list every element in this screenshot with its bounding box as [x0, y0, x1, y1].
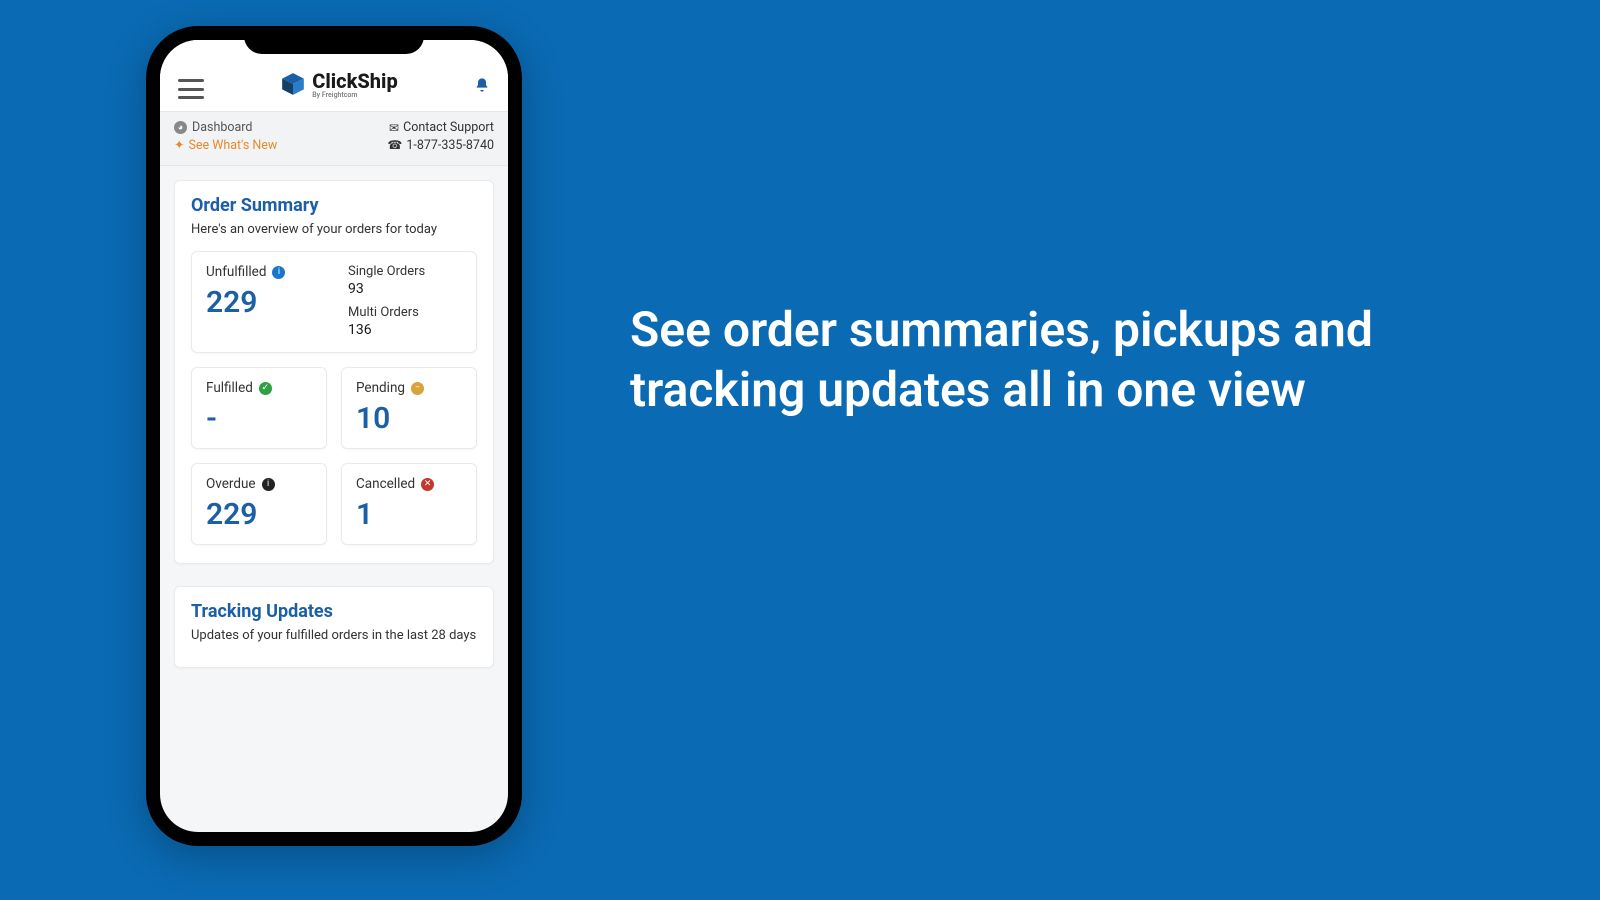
- main-content: Order Summary Here's an overview of your…: [160, 166, 508, 704]
- marketing-headline: See order summaries, pickups and trackin…: [630, 300, 1410, 420]
- multi-orders-value: 136: [348, 322, 462, 338]
- cancelled-card[interactable]: Cancelled ✕ 1: [341, 463, 477, 545]
- app-logo: ClickShip By Freightcom: [280, 69, 397, 99]
- box-icon: [280, 71, 306, 97]
- x-icon: ✕: [421, 478, 434, 491]
- info-icon: i: [262, 478, 275, 491]
- tracking-updates-panel: Tracking Updates Updates of your fulfill…: [174, 586, 494, 668]
- dashboard-icon: ◕: [174, 121, 187, 134]
- unfulfilled-value: 229: [206, 288, 320, 318]
- whats-new-label: See What's New: [188, 138, 277, 153]
- order-summary-panel: Order Summary Here's an overview of your…: [174, 180, 494, 564]
- sub-header: ◕ Dashboard ✉ Contact Support ✦ See What…: [160, 112, 508, 166]
- cancelled-value: 1: [356, 500, 462, 530]
- whats-new-link[interactable]: ✦ See What's New: [174, 137, 277, 153]
- app-screen: ClickShip By Freightcom ◕ Dashboard ✉ Co…: [160, 40, 508, 832]
- check-icon: ✓: [259, 382, 272, 395]
- info-icon: i: [272, 266, 285, 279]
- brand-name: ClickShip: [312, 69, 397, 93]
- fulfilled-label: Fulfilled: [206, 380, 253, 396]
- contact-support-link[interactable]: ✉ Contact Support: [389, 120, 494, 135]
- overdue-value: 229: [206, 500, 312, 530]
- single-orders-label: Single Orders: [348, 264, 462, 279]
- overdue-label: Overdue: [206, 476, 256, 492]
- fulfilled-card[interactable]: Fulfilled ✓ -: [191, 367, 327, 449]
- phone-frame: ClickShip By Freightcom ◕ Dashboard ✉ Co…: [146, 26, 522, 846]
- pending-card[interactable]: Pending − 10: [341, 367, 477, 449]
- cancelled-label: Cancelled: [356, 476, 415, 492]
- order-summary-title: Order Summary: [191, 195, 477, 216]
- unfulfilled-card[interactable]: Unfulfilled i 229 Single Orders 93 Multi…: [191, 251, 477, 353]
- support-phone[interactable]: ☎ 1-877-335-8740: [387, 138, 494, 153]
- mail-icon: ✉: [389, 121, 399, 135]
- phone-notch: [244, 26, 424, 54]
- phone-icon: ☎: [387, 138, 402, 152]
- menu-icon[interactable]: [178, 79, 204, 99]
- breadcrumb[interactable]: ◕ Dashboard: [174, 120, 252, 135]
- fulfilled-value: -: [206, 404, 312, 434]
- single-orders-value: 93: [348, 281, 462, 297]
- contact-support-label: Contact Support: [403, 120, 494, 135]
- tracking-updates-description: Updates of your fulfilled orders in the …: [191, 628, 477, 643]
- unfulfilled-label: Unfulfilled: [206, 264, 266, 280]
- minus-icon: −: [411, 382, 424, 395]
- pending-value: 10: [356, 404, 462, 434]
- breadcrumb-label: Dashboard: [192, 120, 252, 135]
- overdue-card[interactable]: Overdue i 229: [191, 463, 327, 545]
- order-summary-description: Here's an overview of your orders for to…: [191, 222, 477, 237]
- pending-label: Pending: [356, 380, 405, 396]
- sparkle-icon: ✦: [174, 137, 184, 153]
- notifications-icon[interactable]: [474, 76, 490, 99]
- support-phone-number: 1-877-335-8740: [406, 138, 494, 153]
- multi-orders-label: Multi Orders: [348, 305, 462, 320]
- tracking-updates-title: Tracking Updates: [191, 601, 477, 622]
